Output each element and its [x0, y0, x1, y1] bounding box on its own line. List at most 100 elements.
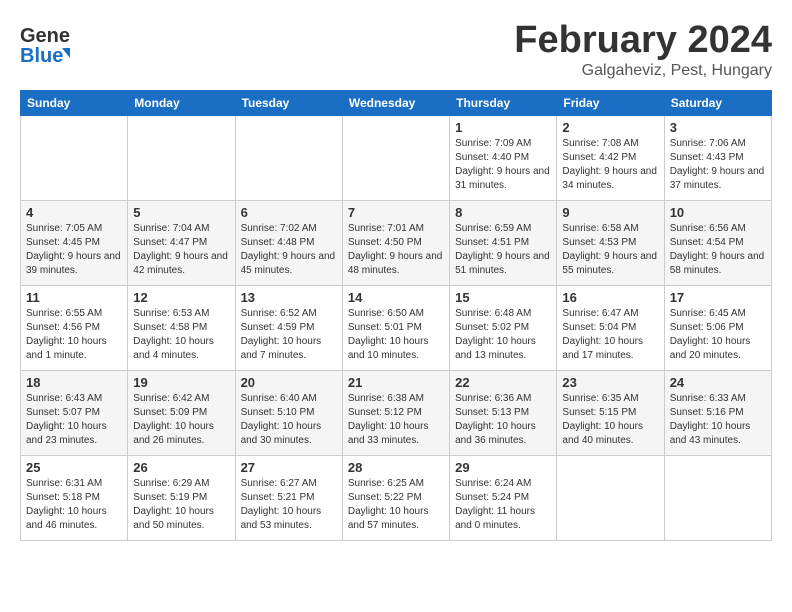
day-number: 4	[26, 205, 122, 220]
day-sunrise: Sunrise: 6:53 AM	[133, 308, 209, 319]
logo-icon: General Blue	[20, 20, 70, 70]
day-sunrise: Sunrise: 6:47 AM	[562, 308, 638, 319]
day-sunset: Sunset: 5:12 PM	[348, 407, 422, 418]
day-sunrise: Sunrise: 7:01 AM	[348, 223, 424, 234]
day-number: 6	[241, 205, 337, 220]
day-number: 22	[455, 375, 551, 390]
table-row	[342, 115, 449, 200]
table-row	[664, 455, 771, 540]
day-number: 9	[562, 205, 658, 220]
day-sunset: Sunset: 4:59 PM	[241, 322, 315, 333]
table-row: 7 Sunrise: 7:01 AM Sunset: 4:50 PM Dayli…	[342, 200, 449, 285]
day-sunrise: Sunrise: 6:31 AM	[26, 478, 102, 489]
table-row: 3 Sunrise: 7:06 AM Sunset: 4:43 PM Dayli…	[664, 115, 771, 200]
day-sunrise: Sunrise: 6:50 AM	[348, 308, 424, 319]
day-number: 1	[455, 120, 551, 135]
table-row	[557, 455, 664, 540]
day-number: 2	[562, 120, 658, 135]
day-sunrise: Sunrise: 6:45 AM	[670, 308, 746, 319]
day-sunset: Sunset: 4:45 PM	[26, 237, 100, 248]
title-area: February 2024 Galgaheviz, Pest, Hungary	[514, 20, 772, 80]
table-row: 25 Sunrise: 6:31 AM Sunset: 5:18 PM Dayl…	[21, 455, 128, 540]
day-sunset: Sunset: 4:48 PM	[241, 237, 315, 248]
day-number: 28	[348, 460, 444, 475]
day-sunset: Sunset: 5:07 PM	[26, 407, 100, 418]
svg-text:General: General	[20, 25, 70, 47]
table-row: 8 Sunrise: 6:59 AM Sunset: 4:51 PM Dayli…	[450, 200, 557, 285]
day-number: 29	[455, 460, 551, 475]
day-daylight: Daylight: 9 hours and 48 minutes.	[348, 251, 443, 276]
day-sunrise: Sunrise: 6:58 AM	[562, 223, 638, 234]
table-row	[235, 115, 342, 200]
day-number: 11	[26, 290, 122, 305]
location-title: Galgaheviz, Pest, Hungary	[514, 62, 772, 80]
header: General Blue February 2024 Galgaheviz, P…	[20, 20, 772, 80]
table-row: 27 Sunrise: 6:27 AM Sunset: 5:21 PM Dayl…	[235, 455, 342, 540]
table-row: 10 Sunrise: 6:56 AM Sunset: 4:54 PM Dayl…	[664, 200, 771, 285]
calendar-week-row: 4 Sunrise: 7:05 AM Sunset: 4:45 PM Dayli…	[21, 200, 772, 285]
calendar-week-row: 1 Sunrise: 7:09 AM Sunset: 4:40 PM Dayli…	[21, 115, 772, 200]
day-sunrise: Sunrise: 6:29 AM	[133, 478, 209, 489]
day-daylight: Daylight: 10 hours and 53 minutes.	[241, 506, 322, 531]
day-sunset: Sunset: 5:06 PM	[670, 322, 744, 333]
day-sunset: Sunset: 5:22 PM	[348, 492, 422, 503]
day-daylight: Daylight: 10 hours and 30 minutes.	[241, 421, 322, 446]
day-sunrise: Sunrise: 7:08 AM	[562, 138, 638, 149]
day-sunrise: Sunrise: 6:56 AM	[670, 223, 746, 234]
day-daylight: Daylight: 9 hours and 34 minutes.	[562, 166, 657, 191]
day-number: 23	[562, 375, 658, 390]
day-sunset: Sunset: 4:43 PM	[670, 152, 744, 163]
day-daylight: Daylight: 10 hours and 20 minutes.	[670, 336, 751, 361]
day-number: 25	[26, 460, 122, 475]
day-number: 7	[348, 205, 444, 220]
day-sunrise: Sunrise: 6:43 AM	[26, 393, 102, 404]
col-sunday: Sunday	[21, 90, 128, 115]
table-row: 13 Sunrise: 6:52 AM Sunset: 4:59 PM Dayl…	[235, 285, 342, 370]
day-sunset: Sunset: 5:15 PM	[562, 407, 636, 418]
day-sunrise: Sunrise: 6:35 AM	[562, 393, 638, 404]
day-sunset: Sunset: 4:54 PM	[670, 237, 744, 248]
day-sunset: Sunset: 4:56 PM	[26, 322, 100, 333]
day-daylight: Daylight: 10 hours and 36 minutes.	[455, 421, 536, 446]
day-number: 15	[455, 290, 551, 305]
day-daylight: Daylight: 9 hours and 55 minutes.	[562, 251, 657, 276]
calendar-table: Sunday Monday Tuesday Wednesday Thursday…	[20, 90, 772, 541]
day-sunset: Sunset: 5:16 PM	[670, 407, 744, 418]
table-row: 18 Sunrise: 6:43 AM Sunset: 5:07 PM Dayl…	[21, 370, 128, 455]
table-row: 24 Sunrise: 6:33 AM Sunset: 5:16 PM Dayl…	[664, 370, 771, 455]
day-sunrise: Sunrise: 6:38 AM	[348, 393, 424, 404]
day-number: 17	[670, 290, 766, 305]
day-sunrise: Sunrise: 6:55 AM	[26, 308, 102, 319]
col-wednesday: Wednesday	[342, 90, 449, 115]
day-sunset: Sunset: 4:40 PM	[455, 152, 529, 163]
day-daylight: Daylight: 11 hours and 0 minutes.	[455, 506, 535, 531]
day-sunrise: Sunrise: 7:04 AM	[133, 223, 209, 234]
day-sunrise: Sunrise: 7:06 AM	[670, 138, 746, 149]
logo: General Blue	[20, 20, 70, 70]
month-title: February 2024	[514, 20, 772, 62]
day-sunset: Sunset: 4:53 PM	[562, 237, 636, 248]
day-sunset: Sunset: 5:10 PM	[241, 407, 315, 418]
day-sunset: Sunset: 5:01 PM	[348, 322, 422, 333]
day-number: 24	[670, 375, 766, 390]
day-daylight: Daylight: 10 hours and 13 minutes.	[455, 336, 536, 361]
day-daylight: Daylight: 10 hours and 1 minute.	[26, 336, 107, 361]
day-sunrise: Sunrise: 6:42 AM	[133, 393, 209, 404]
table-row: 16 Sunrise: 6:47 AM Sunset: 5:04 PM Dayl…	[557, 285, 664, 370]
day-sunrise: Sunrise: 6:36 AM	[455, 393, 531, 404]
day-daylight: Daylight: 10 hours and 26 minutes.	[133, 421, 214, 446]
day-sunrise: Sunrise: 6:27 AM	[241, 478, 317, 489]
svg-text:Blue: Blue	[20, 45, 63, 67]
day-number: 20	[241, 375, 337, 390]
day-number: 12	[133, 290, 229, 305]
day-sunset: Sunset: 5:24 PM	[455, 492, 529, 503]
day-sunset: Sunset: 5:02 PM	[455, 322, 529, 333]
day-sunrise: Sunrise: 6:52 AM	[241, 308, 317, 319]
day-daylight: Daylight: 9 hours and 58 minutes.	[670, 251, 765, 276]
table-row: 5 Sunrise: 7:04 AM Sunset: 4:47 PM Dayli…	[128, 200, 235, 285]
col-thursday: Thursday	[450, 90, 557, 115]
table-row: 17 Sunrise: 6:45 AM Sunset: 5:06 PM Dayl…	[664, 285, 771, 370]
table-row: 9 Sunrise: 6:58 AM Sunset: 4:53 PM Dayli…	[557, 200, 664, 285]
day-sunset: Sunset: 4:47 PM	[133, 237, 207, 248]
table-row: 4 Sunrise: 7:05 AM Sunset: 4:45 PM Dayli…	[21, 200, 128, 285]
